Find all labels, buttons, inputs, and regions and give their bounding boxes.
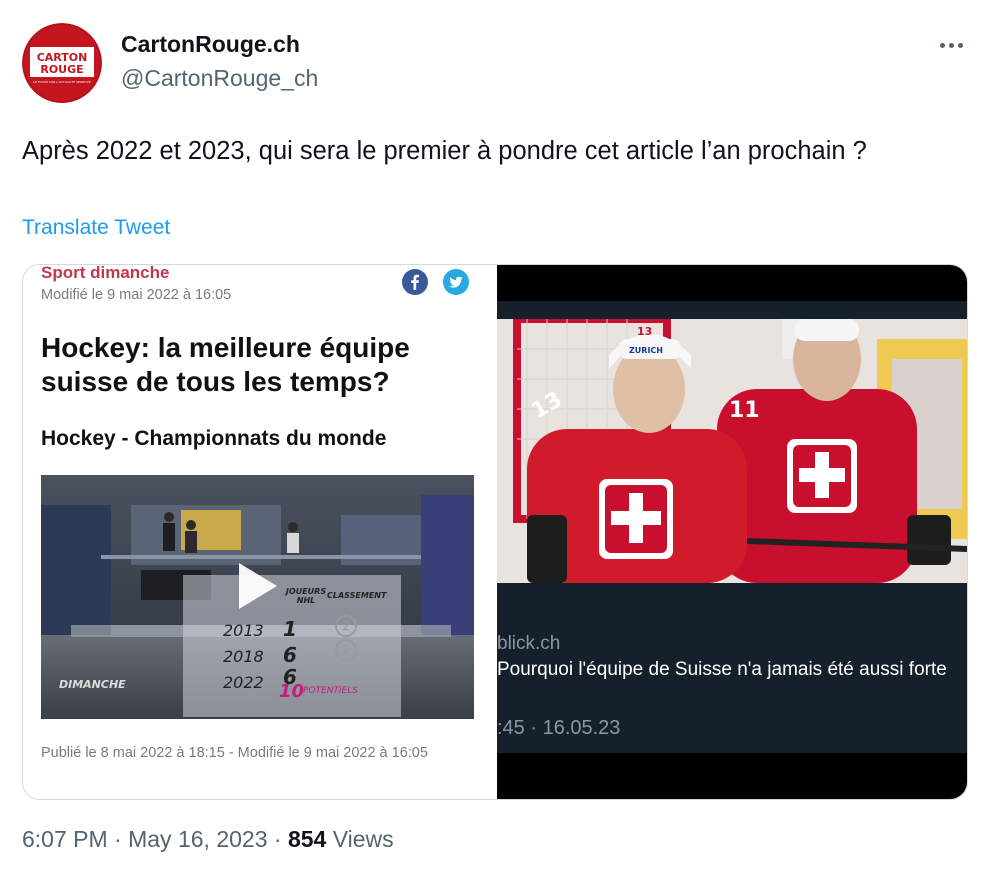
article-section: Sport dimanche xyxy=(41,264,170,282)
helmet-number: 13 xyxy=(637,325,652,338)
twitter-bird-icon xyxy=(443,269,469,295)
tweet-text: Après 2022 et 2023, qui sera le premier … xyxy=(22,137,867,165)
tweet-time[interactable]: 6:07 PM xyxy=(22,826,108,852)
helmet-sponsor: ZURICH xyxy=(629,346,663,355)
avatar-tagline: LE FOCUS SUR L'ACTUALITÉ SPORTIVE xyxy=(33,79,91,84)
avatar[interactable]: CARTON ROUGE LE FOCUS SUR L'ACTUALITÉ SP… xyxy=(22,23,102,103)
footer-separator: · xyxy=(107,826,129,852)
play-icon[interactable] xyxy=(239,563,277,609)
jersey-number: 11 xyxy=(729,398,760,423)
row-rank-badge: 2 xyxy=(335,639,357,661)
potential-count: 10 xyxy=(279,681,305,702)
media-image-left[interactable]: Sport dimanche Modifié le 9 mai 2022 à 1… xyxy=(23,265,497,799)
tweet-media[interactable]: Sport dimanche Modifié le 9 mai 2022 à 1… xyxy=(22,264,968,800)
more-dot-icon xyxy=(948,42,954,48)
tweet-footer: 6:07 PM · May 16, 2023 · 854 Views xyxy=(22,826,394,853)
media-image-right[interactable]: 13 ZURICH 13 11 blick.ch Pourquoi l'équi… xyxy=(497,265,967,799)
views-count[interactable]: 854 xyxy=(288,826,326,852)
link-card[interactable]: 13 ZURICH 13 11 blick.ch Pourquoi l'équi… xyxy=(497,301,967,753)
row-rank-badge: 2 xyxy=(335,615,357,637)
views-label[interactable]: Views xyxy=(333,826,394,852)
link-timestamp: :45 · 16.05.23 xyxy=(497,717,621,739)
col-players-label: JOUEURS NHL xyxy=(285,587,327,605)
link-title: Pourquoi l'équipe de Suisse n'a jamais é… xyxy=(497,659,947,680)
link-domain: blick.ch xyxy=(497,633,561,654)
facebook-icon xyxy=(402,269,428,295)
translate-tweet-link[interactable]: Translate Tweet xyxy=(22,216,170,240)
row-nhl: 1 xyxy=(283,617,297,641)
avatar-text-2: ROUGE xyxy=(40,63,83,76)
row-year: 2022 xyxy=(223,673,264,692)
potential-label: POTENTIELS xyxy=(303,686,358,696)
row-year: 2018 xyxy=(223,647,264,666)
video-player[interactable]: DIMANCHE JOUEURS NHL CLASSEMENT 2013 1 2… xyxy=(41,475,474,719)
author-name[interactable]: CartonRouge.ch xyxy=(121,31,300,58)
more-dot-icon xyxy=(957,42,963,48)
col-rank-label: CLASSEMENT xyxy=(327,591,387,600)
article-modified-date: Modifié le 9 mai 2022 à 16:05 xyxy=(41,287,232,303)
show-logo: DIMANCHE xyxy=(59,678,126,691)
hockey-players-photo: 13 ZURICH 13 11 xyxy=(497,319,967,583)
article-subhead: Hockey - Championnats du monde xyxy=(41,427,387,450)
row-nhl: 6 xyxy=(283,643,297,667)
row-year: 2013 xyxy=(223,621,264,640)
author-handle[interactable]: @CartonRouge_ch xyxy=(121,65,318,92)
footer-separator: · xyxy=(267,826,288,852)
tweet-date[interactable]: May 16, 2023 xyxy=(128,826,267,852)
article-published-date: Publié le 8 mai 2022 à 18:15 - Modifié l… xyxy=(41,745,428,761)
article-headline: Hockey: la meilleure équipe suisse de to… xyxy=(41,332,410,397)
more-dot-icon xyxy=(939,42,945,48)
more-options-button[interactable] xyxy=(934,32,968,58)
